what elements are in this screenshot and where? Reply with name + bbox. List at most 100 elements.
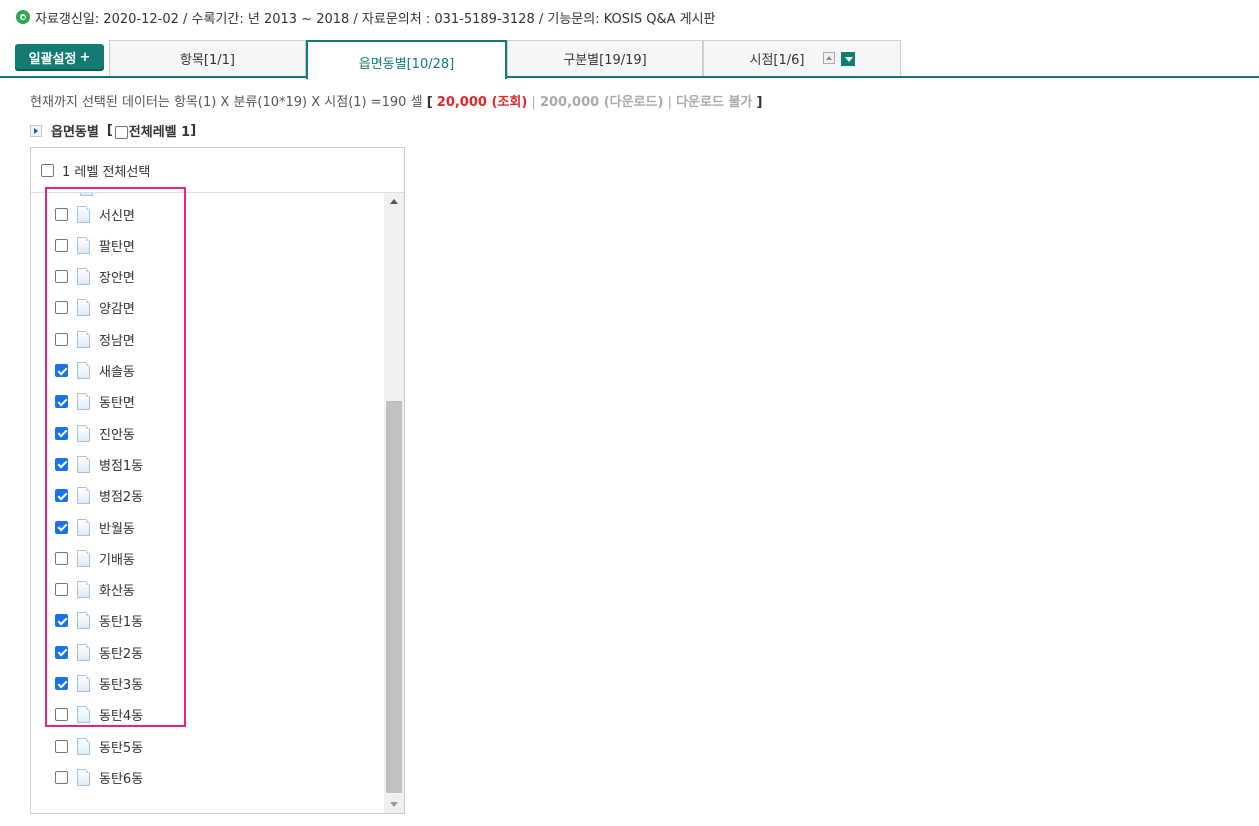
list-item[interactable]: 화산동 — [55, 580, 135, 600]
item-label: 장안면 — [99, 271, 135, 287]
list-item[interactable]: 동탄2동 — [55, 642, 143, 662]
file-icon — [77, 205, 90, 223]
file-icon — [77, 362, 90, 379]
scrollbar-thumb[interactable] — [386, 401, 402, 793]
selection-summary: 현재까지 선택된 데이터는 항목(1) X 분류(10*19) X 시점(1) … — [30, 91, 762, 110]
item-checkbox[interactable] — [55, 426, 68, 440]
item-checkbox[interactable] — [55, 238, 68, 252]
file-icon — [77, 768, 90, 786]
file-icon — [77, 330, 90, 348]
all-levels-checkbox[interactable] — [114, 126, 128, 139]
level-select-all-checkbox[interactable] — [41, 163, 54, 177]
section-open-bracket: [ — [106, 123, 113, 138]
list-item[interactable]: 동탄1동 — [55, 611, 143, 631]
tab-items[interactable]: 항목[1/1] — [109, 40, 306, 76]
item-label: 정남면 — [99, 333, 135, 349]
file-icon — [77, 581, 90, 599]
item-checkbox[interactable] — [55, 739, 68, 753]
info-line: 자료갱신일: 2020-12-02 / 수록기간: 년 2013 ~ 2018 … — [16, 6, 716, 28]
list-item[interactable]: 동탄5동 — [55, 736, 143, 756]
region-list: 서신면팔탄면장안면양감면정남면새솔동동탄면진안동병점1동병점2동반월동기배동화산… — [31, 193, 384, 813]
list-item[interactable]: 기배동 — [55, 548, 135, 568]
tab-category[interactable]: 구분별[19/19] — [507, 40, 703, 76]
item-checkbox[interactable] — [55, 583, 68, 597]
item-checkbox[interactable] — [55, 551, 68, 565]
item-checkbox[interactable] — [55, 520, 68, 534]
summary-open-bracket: [ — [426, 95, 433, 110]
file-icon — [77, 268, 90, 286]
item-checkbox[interactable] — [55, 332, 68, 346]
item-label: 동탄5동 — [99, 740, 144, 756]
file-icon — [77, 455, 90, 473]
scroll-up-icon[interactable] — [384, 193, 404, 210]
tab-period[interactable]: 시점[1/6] — [703, 40, 901, 76]
item-checkbox[interactable] — [55, 270, 68, 284]
file-icon — [77, 393, 90, 411]
file-icon — [77, 643, 90, 661]
item-label: 양감면 — [99, 302, 135, 318]
list-item[interactable]: 서신면 — [55, 204, 135, 224]
item-checkbox[interactable] — [55, 677, 68, 690]
item-checkbox[interactable] — [55, 207, 68, 221]
summary-close-bracket: ] — [756, 95, 763, 110]
item-checkbox[interactable] — [55, 457, 68, 471]
file-icon — [77, 737, 90, 755]
radio-circle-icon — [16, 10, 30, 24]
file-icon — [77, 675, 90, 692]
tab-region-label: 읍면동별[10/28] — [358, 57, 455, 72]
region-select-panel: 1 레벨 전체선택 서신면팔탄면장안면양감면정남면새솔동동탄면진안동병점1동병점… — [30, 147, 405, 814]
item-label: 서신면 — [99, 208, 135, 224]
list-item[interactable]: 동탄3동 — [55, 674, 143, 694]
section-title-text: 읍면동별 — [51, 125, 99, 140]
file-icon — [77, 518, 90, 536]
tab-period-label: 시점[1/6] — [749, 53, 805, 68]
list-item[interactable]: 동탄면 — [55, 392, 135, 412]
item-checkbox[interactable] — [55, 770, 68, 784]
file-icon — [80, 193, 93, 196]
panel-header: 1 레벨 전체선택 — [31, 148, 404, 193]
list-item[interactable]: 양감면 — [55, 298, 135, 318]
list-item[interactable]: 장안면 — [55, 267, 135, 287]
file-icon — [77, 612, 90, 630]
scroll-down-icon[interactable] — [384, 796, 404, 813]
item-checkbox[interactable] — [55, 364, 68, 377]
item-label: 동탄1동 — [99, 615, 144, 631]
bulk-settings-button[interactable]: 일괄설정 + — [15, 44, 104, 71]
list-item[interactable]: 진안동 — [55, 423, 135, 443]
item-label: 동탄2동 — [99, 646, 144, 662]
item-checkbox[interactable] — [55, 645, 68, 659]
scrollbar[interactable] — [384, 193, 404, 813]
section-title: 읍면동별 [ 전체레벨 1 ] — [30, 121, 196, 140]
tab-region[interactable]: 읍면동별[10/28] — [306, 40, 507, 81]
item-checkbox[interactable] — [55, 301, 68, 315]
list-item[interactable]: 반월동 — [55, 517, 135, 537]
triangle-right-icon — [30, 124, 42, 137]
list-item[interactable]: 새솔동 — [55, 361, 135, 381]
collapse-up-icon[interactable] — [822, 51, 835, 64]
item-label: 기배동 — [99, 552, 135, 568]
item-checkbox[interactable] — [55, 395, 68, 409]
item-label: 동탄3동 — [99, 678, 144, 693]
tab-category-label: 구분별[19/19] — [563, 53, 647, 68]
list-item[interactable]: 병점1동 — [55, 454, 143, 474]
item-checkbox[interactable] — [55, 708, 68, 722]
item-label: 반월동 — [99, 521, 135, 537]
list-item[interactable]: 팔탄면 — [55, 235, 135, 255]
item-label: 병점1동 — [99, 458, 144, 474]
summary-separator: | — [667, 95, 672, 110]
list-item[interactable]: 병점2동 — [55, 486, 143, 506]
tab-items-label: 항목[1/1] — [180, 53, 235, 68]
file-icon — [77, 706, 90, 724]
item-label: 동탄면 — [99, 396, 135, 412]
file-icon — [77, 299, 90, 317]
expand-down-icon[interactable] — [840, 51, 855, 66]
item-label: 진안동 — [99, 427, 135, 443]
summary-prefix: 현재까지 선택된 데이터는 항목(1) X 분류(10*19) X 시점(1) … — [30, 95, 423, 110]
item-label: 팔탄면 — [99, 239, 135, 255]
file-icon — [77, 424, 90, 442]
list-item[interactable]: 동탄6동 — [55, 767, 143, 787]
list-item[interactable]: 동탄4동 — [55, 705, 143, 725]
item-checkbox[interactable] — [55, 489, 68, 503]
list-item[interactable]: 정남면 — [55, 329, 135, 349]
item-checkbox[interactable] — [55, 614, 68, 628]
